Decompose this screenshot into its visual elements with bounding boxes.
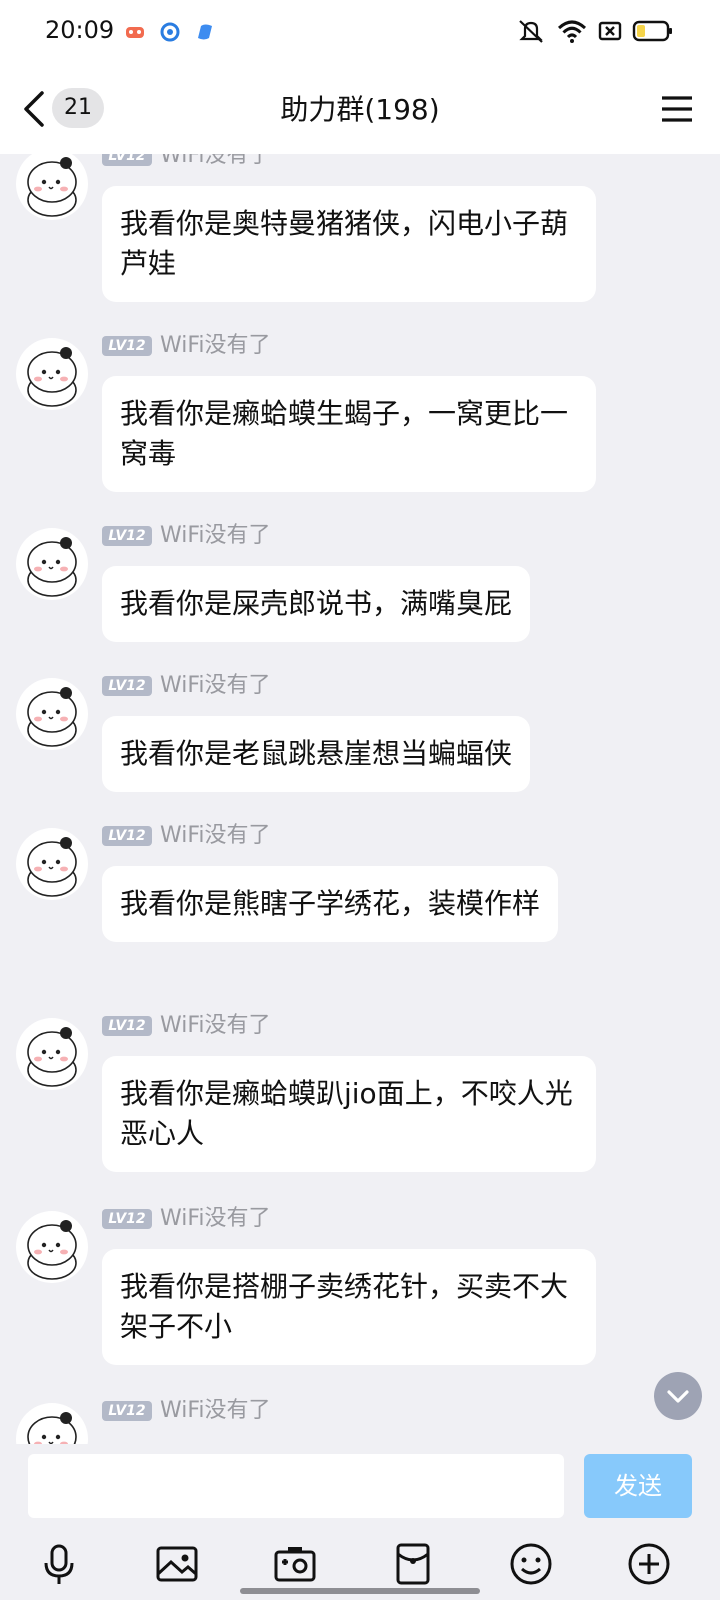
sender-name[interactable]: WiFi没有了 — [160, 154, 271, 168]
game-center-icon — [126, 27, 144, 38]
status-time: 20:09 — [45, 16, 115, 44]
emoji-icon[interactable] — [509, 1542, 553, 1586]
avatar[interactable] — [16, 678, 88, 750]
level-badge: LV12 — [102, 1016, 152, 1036]
input-bar: 发送 — [0, 1444, 720, 1600]
microphone-icon[interactable] — [37, 1542, 81, 1586]
avatar[interactable] — [16, 338, 88, 410]
camera-icon[interactable] — [273, 1542, 317, 1586]
level-badge: LV12 — [102, 1209, 152, 1229]
image-icon[interactable] — [155, 1542, 199, 1586]
scroll-to-bottom-button[interactable] — [654, 1372, 702, 1420]
avatar[interactable] — [16, 154, 88, 220]
message-bubble[interactable]: 我看你是奥特曼猪猪侠，闪电小子葫芦娃 — [102, 186, 596, 302]
send-button[interactable]: 发送 — [584, 1454, 692, 1518]
message-list[interactable]: LV12 WiFi没有了 我看你是奥特曼猪猪侠，闪电小子葫芦娃 LV12 WiF… — [0, 154, 720, 1444]
message-bubble[interactable]: 我看你是搭棚子卖绣花针，买卖不大架子不小 — [102, 1249, 596, 1365]
message-bubble[interactable]: 我看你是熊瞎子学绣花，装模作样 — [102, 866, 559, 942]
chevron-left-icon — [24, 91, 44, 127]
blue-app-icon — [198, 24, 212, 40]
level-badge: LV12 — [102, 154, 152, 166]
avatar[interactable] — [16, 528, 88, 600]
back-button[interactable]: 21 — [20, 86, 104, 130]
sim-off-icon — [598, 21, 622, 41]
bear-avatar-icon — [27, 347, 77, 407]
avatar[interactable] — [16, 1211, 88, 1283]
sender-name[interactable]: WiFi没有了 — [160, 1014, 271, 1038]
bear-avatar-icon — [27, 1027, 77, 1087]
level-badge: LV12 — [102, 526, 152, 546]
browser-icon — [160, 22, 180, 42]
sender-name[interactable]: WiFi没有了 — [160, 824, 271, 848]
sender-name[interactable]: WiFi没有了 — [160, 1399, 271, 1423]
message-bubble[interactable]: 我看你是老鼠跳悬崖想当蝙蝠侠 — [102, 716, 531, 792]
bear-avatar-icon — [27, 1412, 77, 1444]
bear-avatar-icon — [27, 157, 77, 217]
unread-count-badge: 21 — [52, 88, 104, 128]
level-badge: LV12 — [102, 1401, 152, 1421]
message-bubble[interactable]: 我看你是屎壳郎说书，满嘴臭屁 — [102, 566, 531, 642]
sender-name[interactable]: WiFi没有了 — [160, 524, 271, 548]
avatar[interactable] — [16, 1403, 88, 1444]
level-badge: LV12 — [102, 336, 152, 356]
page-title: 助力群(198) — [280, 93, 440, 126]
sender-name[interactable]: WiFi没有了 — [160, 674, 271, 698]
chat-header: 21 助力群(198) — [0, 60, 720, 154]
bear-avatar-icon — [27, 687, 77, 747]
wifi-icon — [557, 20, 587, 43]
message-bubble[interactable]: 我看你是癞蛤蟆趴jio面上，不咬人光恶心人 — [102, 1056, 596, 1172]
level-badge: LV12 — [102, 676, 152, 696]
sender-name[interactable]: WiFi没有了 — [160, 334, 271, 358]
home-indicator[interactable] — [240, 1588, 480, 1594]
red-packet-icon[interactable] — [391, 1542, 435, 1586]
message-input[interactable] — [28, 1454, 564, 1518]
message-bubble[interactable]: 我看你是癞蛤蟆生蝎子，一窝更比一窝毒 — [102, 376, 596, 492]
bear-avatar-icon — [27, 537, 77, 597]
avatar[interactable] — [16, 1018, 88, 1090]
sender-name[interactable]: WiFi没有了 — [160, 1207, 271, 1231]
status-bar: 20:09 — [0, 0, 720, 60]
level-badge: LV12 — [102, 826, 152, 846]
chevron-down-icon — [667, 1390, 689, 1403]
plus-icon[interactable] — [627, 1542, 671, 1586]
avatar[interactable] — [16, 828, 88, 900]
mute-icon — [519, 20, 543, 43]
bear-avatar-icon — [27, 837, 77, 897]
battery-icon — [632, 20, 672, 42]
bear-avatar-icon — [27, 1220, 77, 1280]
menu-icon[interactable] — [660, 94, 694, 124]
